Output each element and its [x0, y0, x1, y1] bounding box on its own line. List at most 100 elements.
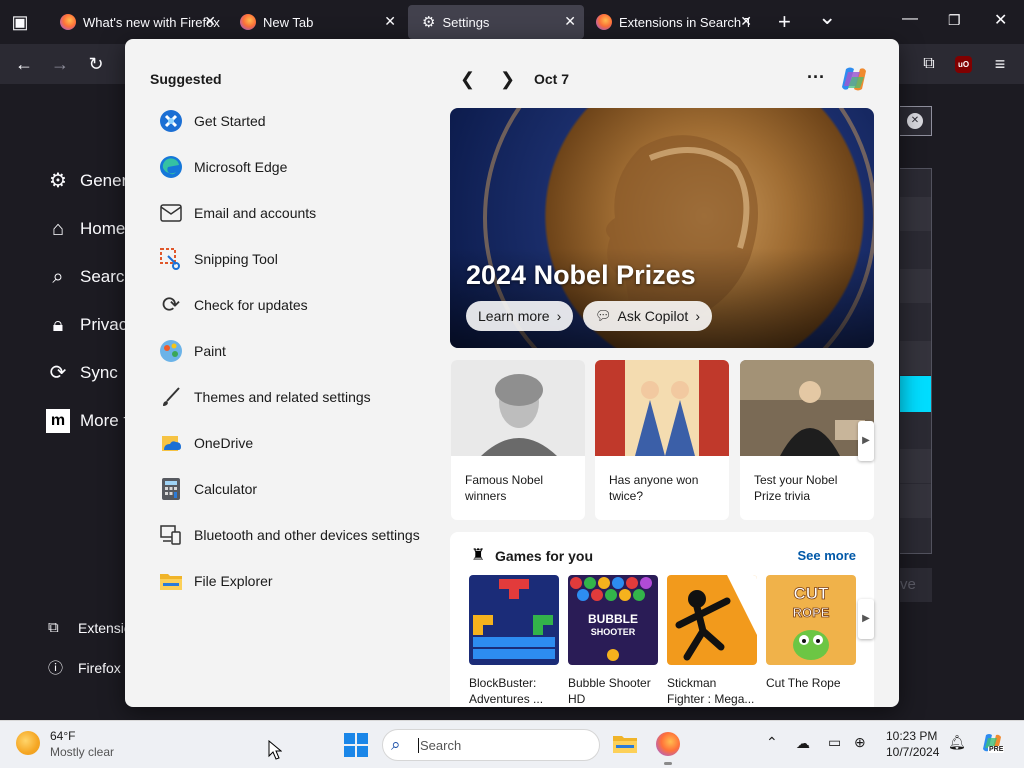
game-bubble-shooter[interactable]: BUBBLE SHOOTER Bubble Shooter HD	[568, 575, 658, 707]
list-row	[900, 341, 931, 375]
restore-icon[interactable]: ❐	[948, 12, 961, 29]
ask-copilot-button[interactable]: 💬︎ Ask Copilot ›	[583, 301, 712, 331]
nav-extensions[interactable]: ⧉ Extensio	[48, 619, 132, 636]
game-stickman[interactable]: Stickman Fighter : Mega...	[667, 575, 757, 707]
cards-next-button[interactable]: ▶	[858, 421, 874, 461]
hero-card[interactable]: 2024 Nobel Prizes Learn more › 💬︎ Ask Co…	[450, 108, 874, 348]
suggested-get-started[interactable]: Get Started	[159, 107, 266, 135]
mail-icon	[159, 201, 183, 225]
faded-button-label: ve	[900, 576, 916, 593]
nav-home[interactable]: ⌂ Home	[46, 217, 125, 241]
card-won-twice[interactable]: Has anyone won twice?	[595, 360, 729, 520]
devices-icon	[159, 523, 183, 547]
close-tab-icon[interactable]: ✕	[564, 13, 576, 30]
suggested-label: Microsoft Edge	[194, 159, 288, 175]
forward-icon[interactable]: →	[46, 44, 74, 84]
tab-whats-new[interactable]: What's new with Firefox ✕	[46, 5, 224, 39]
suggested-calculator[interactable]: Calculator	[159, 475, 257, 503]
network-off-icon[interactable]: ☁︎	[796, 735, 810, 752]
nav-general[interactable]: ⚙ Genera	[46, 169, 137, 193]
copilot-icon[interactable]	[838, 63, 870, 100]
clock-time[interactable]: 10:23 PM	[886, 729, 937, 743]
onedrive-icon	[159, 431, 183, 455]
chevron-right-icon: ›	[695, 308, 700, 324]
game-caption: BlockBuster: Adventures ...	[469, 676, 544, 706]
calculator-icon	[159, 477, 183, 501]
suggested-file-explorer[interactable]: File Explorer	[159, 567, 273, 595]
previous-icon[interactable]: ❮	[460, 69, 475, 90]
clear-icon: ✕	[907, 113, 923, 129]
game-cut-the-rope[interactable]: CUT ROPE Cut The Rope	[766, 575, 856, 691]
suggested-snipping-tool[interactable]: Snipping Tool	[159, 245, 278, 273]
clock-date[interactable]: 10/7/2024	[886, 745, 939, 759]
display-icon[interactable]: ▭	[828, 734, 841, 751]
nav-sync[interactable]: ⟳ Sync	[46, 361, 118, 385]
taskbar-search-input[interactable]: ⌕ Search	[382, 729, 600, 761]
suggested-paint[interactable]: Paint	[159, 337, 226, 365]
game-caption: Bubble Shooter HD	[568, 676, 651, 706]
weather-widget[interactable]: 64°F Mostly clear	[16, 727, 126, 763]
see-more-link[interactable]: See more	[797, 548, 856, 563]
minimize-icon[interactable]: —	[902, 10, 918, 28]
ublock-icon[interactable]: uO	[955, 56, 972, 73]
card-famous-winners[interactable]: Famous Nobel winners	[451, 360, 585, 520]
tab-new-tab[interactable]: New Tab ✕	[226, 5, 404, 39]
card-trivia[interactable]: Test your Nobel Prize trivia	[740, 360, 874, 520]
suggested-email[interactable]: Email and accounts	[159, 199, 316, 227]
suggested-edge[interactable]: Microsoft Edge	[159, 153, 287, 181]
nav-firefox-support[interactable]: ⓘ Firefox S	[48, 657, 134, 678]
search-field-clear[interactable]: ✕	[900, 106, 932, 136]
game-blockbuster[interactable]: BlockBuster: Adventures ...	[469, 575, 559, 707]
scissors-icon	[159, 247, 183, 271]
nav-label: Home	[80, 219, 126, 238]
feed-date: Oct 7	[534, 71, 570, 87]
close-window-icon[interactable]: ✕	[994, 10, 1007, 30]
new-tab-button[interactable]: +	[778, 9, 791, 35]
nobel-portrait-image	[740, 360, 874, 456]
games-next-button[interactable]: ▶	[858, 599, 874, 639]
firefox-icon	[596, 14, 612, 30]
menu-icon[interactable]: ≡	[986, 44, 1014, 84]
nav-more-from-mozilla[interactable]: m More f	[46, 409, 128, 433]
back-icon[interactable]: ←	[10, 44, 38, 84]
firefox-view-icon[interactable]: ▣	[6, 2, 34, 42]
svg-text:BUBBLE: BUBBLE	[588, 612, 638, 626]
copilot-preview-icon[interactable]: PRE	[980, 731, 1005, 755]
tab-list-button[interactable]: ⌄	[818, 4, 836, 30]
notification-bell-icon[interactable]: 🔔︎	[948, 734, 966, 751]
tab-extensions[interactable]: Extensions in Search To ✕	[588, 5, 760, 39]
suggested-check-updates[interactable]: ⟳ Check for updates	[159, 291, 308, 319]
paint-icon	[159, 339, 183, 363]
windows-start-icon[interactable]	[344, 733, 368, 762]
tab-settings[interactable]: ⚙ Settings ✕	[408, 5, 584, 39]
tab-title: What's new with Firefox	[83, 14, 220, 30]
extensions-icon[interactable]: ⧉	[915, 44, 943, 84]
reload-icon[interactable]: ↻	[82, 44, 110, 84]
refresh-icon: ⟳	[161, 292, 181, 317]
learn-more-label: Learn more	[478, 308, 550, 324]
nav-privacy[interactable]: 🔒︎ Privacy	[46, 313, 136, 337]
list-row	[900, 449, 931, 483]
nav-search[interactable]: ⌕ Search	[46, 265, 133, 289]
close-tab-icon[interactable]: ✕	[740, 13, 752, 30]
home-icon: ⌂	[51, 218, 65, 240]
file-explorer-taskbar-icon[interactable]	[612, 732, 638, 761]
faded-button: ve	[900, 568, 932, 602]
next-icon[interactable]: ❯	[500, 69, 515, 90]
suggested-themes[interactable]: Themes and related settings	[159, 383, 371, 411]
close-tab-icon[interactable]: ✕	[204, 13, 216, 30]
chevron-up-icon[interactable]: ⌃	[766, 734, 778, 751]
list-row-selected[interactable]	[900, 376, 931, 412]
suggested-title: Suggested	[150, 71, 222, 87]
firefox-icon	[240, 14, 256, 30]
bubble-shooter-image: BUBBLESHOOTER	[568, 575, 658, 665]
learn-more-button[interactable]: Learn more ›	[466, 301, 574, 331]
network-icon[interactable]: ⊕	[854, 734, 866, 751]
more-options-icon[interactable]: ···	[807, 67, 825, 88]
cartoon-image	[595, 360, 729, 456]
close-tab-icon[interactable]: ✕	[384, 13, 396, 30]
hero-title: 2024 Nobel Prizes	[466, 260, 696, 290]
suggested-bluetooth[interactable]: Bluetooth and other devices settings	[159, 521, 420, 549]
suggested-onedrive[interactable]: OneDrive	[159, 429, 253, 457]
firefox-taskbar-icon[interactable]	[656, 732, 680, 756]
